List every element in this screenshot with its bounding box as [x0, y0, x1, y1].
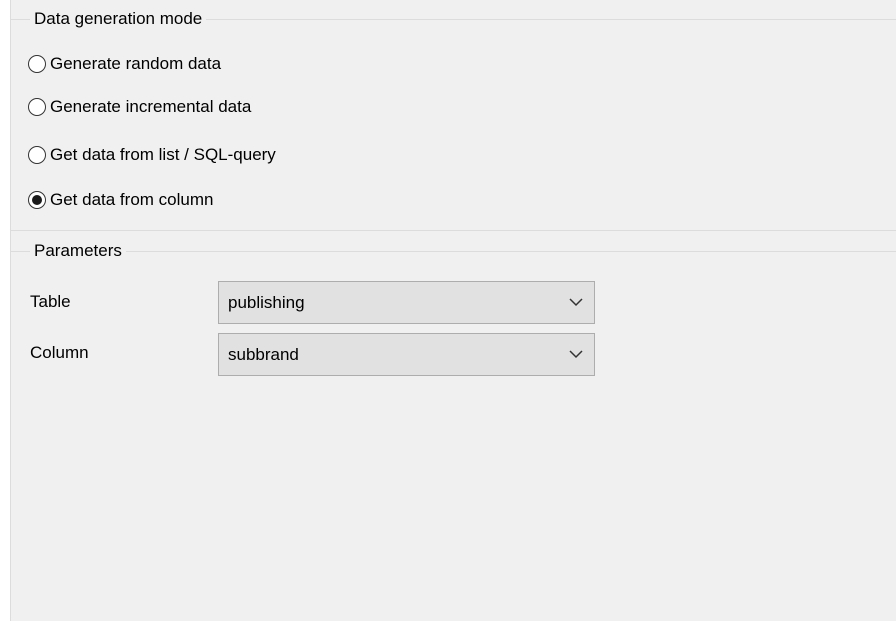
parameters-title: Parameters — [30, 241, 126, 261]
column-label: Column — [30, 343, 89, 362]
column-select-value: subbrand — [228, 344, 299, 364]
column-select[interactable]: subbrand — [218, 333, 595, 376]
data-generation-mode-title: Data generation mode — [30, 9, 207, 29]
table-label: Table — [30, 292, 71, 311]
radio-label: Get data from list / SQL-query — [50, 145, 276, 164]
radio-generate-random[interactable]: Generate random data — [28, 52, 221, 76]
radio-button-unchecked[interactable] — [28, 55, 46, 73]
radio-generate-incremental[interactable]: Generate incremental data — [28, 95, 251, 119]
radio-button-unchecked[interactable] — [28, 98, 46, 116]
radio-get-from-column[interactable]: Get data from column — [28, 188, 213, 212]
radio-label: Generate random data — [50, 54, 222, 73]
radio-label: Get data from column — [50, 190, 214, 209]
chevron-down-icon[interactable] — [558, 282, 594, 323]
radio-get-from-list-sql[interactable]: Get data from list / SQL-query — [28, 143, 276, 167]
chevron-down-icon[interactable] — [558, 334, 594, 375]
radio-button-checked[interactable] — [28, 191, 46, 209]
radio-selected-dot — [32, 195, 42, 205]
table-select[interactable]: publishing — [218, 281, 595, 324]
radio-label: Generate incremental data — [50, 97, 252, 116]
table-select-value: publishing — [228, 292, 305, 312]
radio-button-unchecked[interactable] — [28, 146, 46, 164]
